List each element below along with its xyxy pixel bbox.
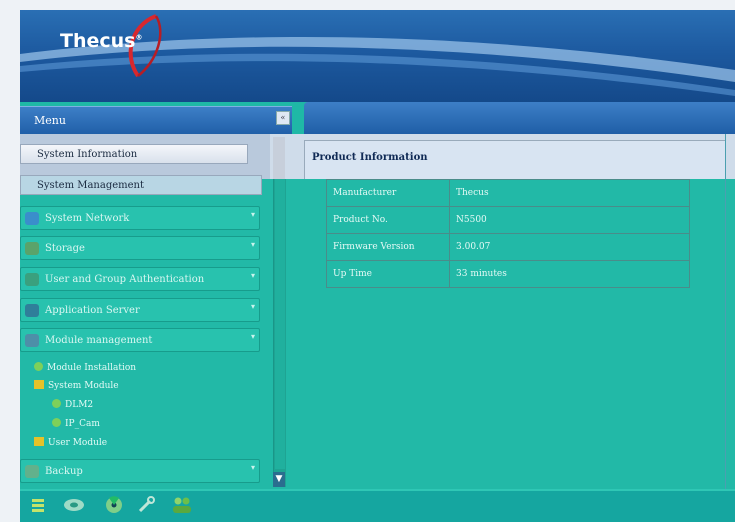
product-info-table: Manufacturer Thecus Product No. N5500 Fi… — [326, 179, 690, 288]
content-panel-header — [304, 102, 735, 134]
info-value: 3.00.07 — [449, 233, 690, 261]
module-icon — [25, 334, 39, 347]
product-info-title: Product Information — [312, 152, 428, 163]
menu-item-label: User and Group Authentication — [45, 274, 205, 285]
menu-item-label: Module management — [45, 335, 153, 346]
chevron-icon: ▾ — [250, 210, 255, 219]
scroll-down-button[interactable]: ▼ — [273, 472, 285, 487]
info-key: Manufacturer — [326, 179, 450, 207]
folder-icon — [34, 437, 44, 446]
menu-item-system-information[interactable]: System Information — [20, 144, 248, 164]
info-key: Product No. — [326, 206, 450, 234]
info-key: Up Time — [326, 260, 450, 288]
tree-item-dlm2[interactable]: DLM2 — [52, 399, 93, 410]
radiation-icon[interactable] — [104, 494, 124, 516]
tree-item-label: DLM2 — [65, 400, 94, 410]
tree-item-system-module[interactable]: System Module — [34, 380, 119, 391]
menu-title: Menu — [34, 114, 66, 127]
menu-item-storage[interactable]: Storage ▾ — [20, 236, 260, 260]
users-icon[interactable] — [170, 494, 194, 516]
info-key: Firmware Version — [326, 233, 450, 261]
module-icon — [34, 362, 43, 371]
scrollbar-thumb[interactable] — [275, 179, 285, 469]
chevron-icon: ▾ — [250, 271, 255, 280]
users-icon — [25, 273, 39, 286]
tree-item-module-installation[interactable]: Module Installation — [34, 362, 136, 373]
tree-item-label: System Module — [48, 381, 119, 391]
collapse-menu-button[interactable]: « — [276, 111, 290, 125]
table-row: Firmware Version 3.00.07 — [326, 233, 690, 261]
network-icon — [25, 212, 39, 225]
menu-item-backup[interactable]: Backup ▾ — [20, 459, 260, 483]
menu-item-label: System Management — [37, 180, 145, 191]
app-window: Thecus® Menu « Product Information Syste… — [20, 10, 735, 522]
tree-item-label: Module Installation — [47, 363, 137, 373]
content-divider — [725, 134, 726, 522]
tree-item-user-module[interactable]: User Module — [34, 437, 107, 448]
menu-scrollbar[interactable] — [273, 179, 286, 487]
info-value: N5500 — [449, 206, 690, 234]
table-row: Manufacturer Thecus — [326, 179, 690, 207]
chevron-icon: ▾ — [250, 302, 255, 311]
tree-item-label: User Module — [48, 438, 108, 448]
chevron-icon: ▾ — [250, 332, 255, 341]
tree-item-label: IP_Cam — [65, 419, 100, 429]
header-banner: Thecus® — [20, 10, 735, 102]
module-icon — [52, 418, 61, 427]
backup-icon — [25, 465, 39, 478]
storage-icon — [25, 242, 39, 255]
menu-item-module-management[interactable]: Module management ▾ — [20, 328, 260, 352]
menu-item-user-group-auth[interactable]: User and Group Authentication ▾ — [20, 267, 260, 291]
bottom-toolbar — [20, 489, 735, 522]
menu-item-application-server[interactable]: Application Server ▾ — [20, 298, 260, 322]
tree-item-ip-cam[interactable]: IP_Cam — [52, 418, 100, 429]
disk-icon[interactable] — [60, 494, 88, 516]
thecus-logo: Thecus® — [60, 30, 143, 52]
table-row: Product No. N5500 — [326, 206, 690, 234]
menu-panel-header: Menu « — [20, 106, 292, 135]
list-icon[interactable] — [28, 494, 48, 516]
wrench-icon[interactable] — [136, 494, 156, 516]
menu-item-label: Backup — [45, 466, 83, 477]
menu-item-label: System Information — [37, 149, 138, 160]
menu-item-label: System Network — [45, 213, 130, 224]
folder-icon — [34, 380, 44, 389]
info-value: Thecus — [449, 179, 690, 207]
chevron-icon: ▾ — [250, 240, 255, 249]
module-icon — [52, 399, 61, 408]
menu-scrollbar-top[interactable] — [273, 137, 285, 179]
menu-item-system-network[interactable]: System Network ▾ — [20, 206, 260, 230]
menu-item-label: Application Server — [45, 305, 140, 316]
menu-item-label: Storage — [45, 243, 85, 254]
server-icon — [25, 304, 39, 317]
table-row: Up Time 33 minutes — [326, 260, 690, 288]
info-value: 33 minutes — [449, 260, 690, 288]
menu-item-system-management[interactable]: System Management — [20, 175, 262, 195]
chevron-icon: ▾ — [250, 463, 255, 472]
